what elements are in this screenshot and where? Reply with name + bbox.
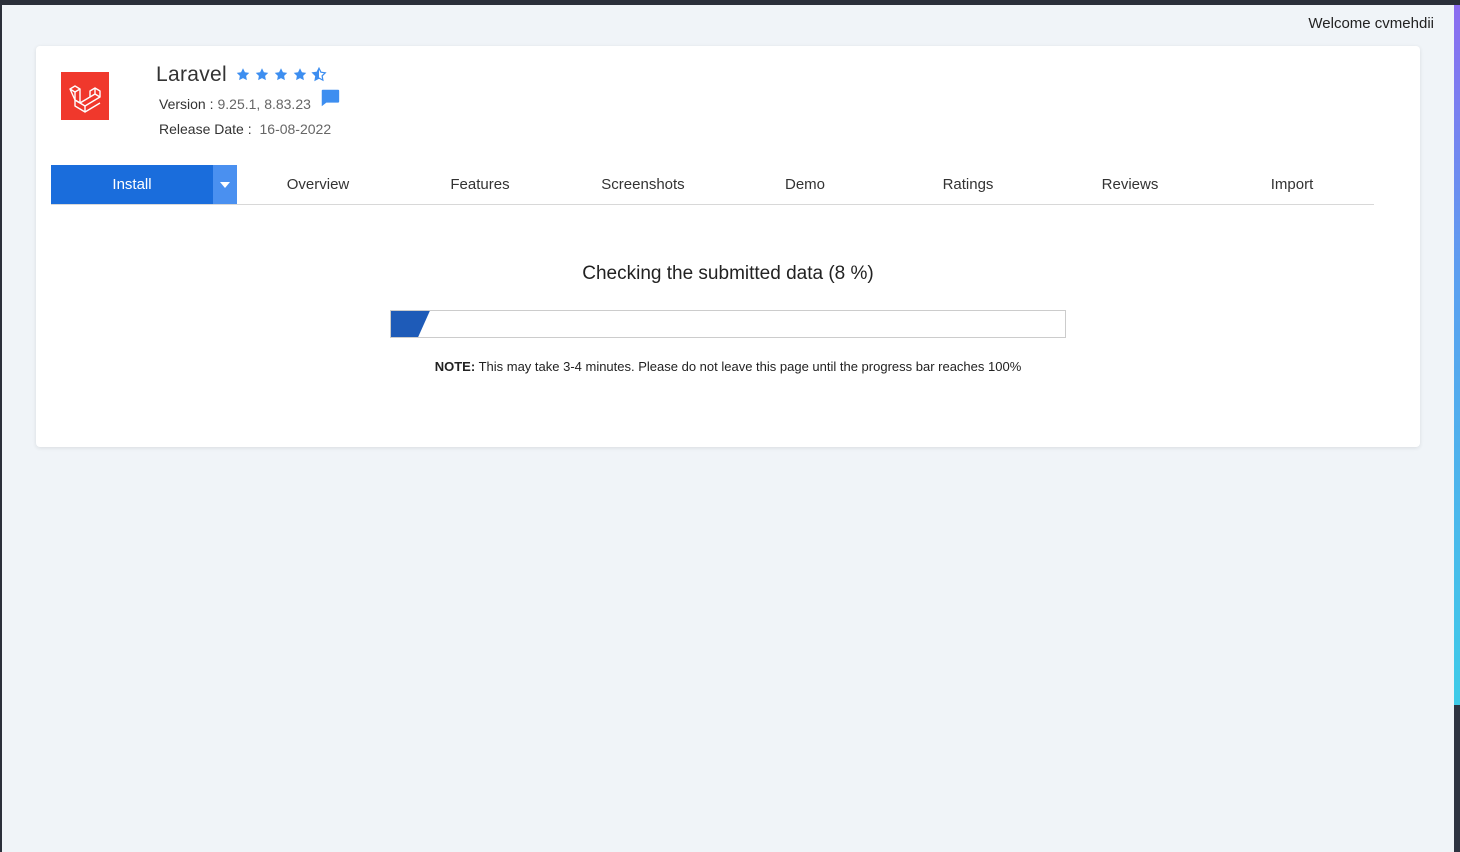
install-button[interactable]: Install xyxy=(51,165,213,204)
chat-icon[interactable] xyxy=(319,87,341,112)
version-row: Version : 9.25.1, 8.83.23 xyxy=(159,89,341,112)
top-bar xyxy=(0,0,1460,5)
release-value: 16-08-2022 xyxy=(259,121,332,137)
star-full-icon xyxy=(273,67,289,82)
caret-down-icon xyxy=(220,181,230,188)
release-label: Release Date : xyxy=(159,121,252,137)
welcome-text: Welcome cvmehdii xyxy=(1308,15,1434,32)
version-label: Version : xyxy=(159,95,214,112)
tab-ratings[interactable]: Ratings xyxy=(908,165,1028,204)
release-date-row: Release Date : 16-08-2022 xyxy=(159,121,331,137)
star-full-icon xyxy=(235,67,251,82)
star-full-icon xyxy=(292,67,308,82)
tab-bar: Install Overview Features Screenshots De… xyxy=(51,165,1374,205)
star-half-icon xyxy=(311,67,327,82)
app-card: Laravel Version : 9.25.1, 8.83.23 Releas… xyxy=(36,46,1420,447)
tab-import[interactable]: Import xyxy=(1232,165,1352,204)
tab-reviews[interactable]: Reviews xyxy=(1070,165,1190,204)
tab-features[interactable]: Features xyxy=(420,165,540,204)
note-text: This may take 3-4 minutes. Please do not… xyxy=(478,359,1022,374)
tab-overview[interactable]: Overview xyxy=(258,165,378,204)
rating-stars xyxy=(235,67,327,82)
scrollbar[interactable] xyxy=(1454,5,1460,852)
progress-bar xyxy=(390,310,1066,338)
tab-demo[interactable]: Demo xyxy=(745,165,865,204)
left-edge xyxy=(0,5,2,852)
version-value: 9.25.1, 8.83.23 xyxy=(217,95,311,112)
progress-fill xyxy=(391,311,430,337)
progress-title: Checking the submitted data (8 %) xyxy=(582,263,874,284)
tab-screenshots[interactable]: Screenshots xyxy=(583,165,703,204)
progress-note: NOTE: This may take 3-4 minutes. Please … xyxy=(36,359,1420,374)
laravel-logo-icon xyxy=(61,72,109,120)
note-label: NOTE: xyxy=(434,359,476,374)
star-full-icon xyxy=(254,67,270,82)
install-dropdown-button[interactable] xyxy=(213,165,237,204)
app-name: Laravel xyxy=(156,63,227,86)
